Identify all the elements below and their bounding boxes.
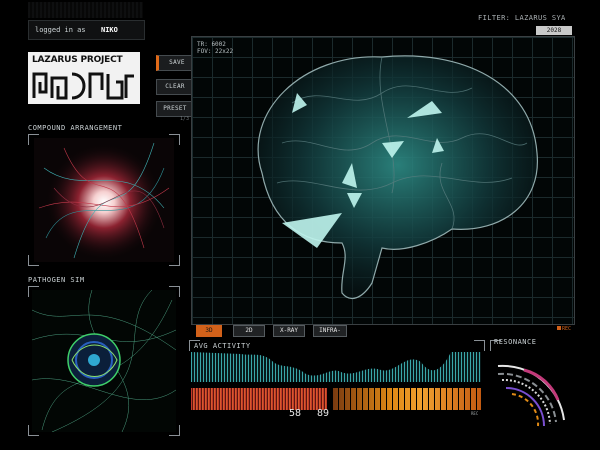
activity-top-graph — [191, 352, 481, 382]
viewer-filter-label: FILTER: LAZARUS SYA — [478, 14, 566, 22]
resonance-radial — [497, 364, 565, 427]
viewer-info-tr: TR: 6002 — [197, 41, 226, 48]
viewer-rec-label: REC — [561, 326, 571, 332]
corner-tr — [474, 340, 485, 351]
activity-value-1: 58 — [289, 408, 302, 419]
brain-render — [257, 55, 538, 300]
activity-red-graph — [191, 388, 327, 410]
viewer-year: 2028 — [536, 26, 572, 35]
logo: LAZARUS PROJECT — [28, 52, 140, 104]
login-prefix: logged in as — [35, 26, 86, 34]
pathogen-title: PATHOGEN SIM — [28, 276, 85, 284]
login-bar-texture — [28, 2, 143, 18]
brain-viewer[interactable]: TR: 6002 FOV: 22x22 — [191, 36, 575, 325]
activity-panel: AVG ACTIVITY 58 89 REC — [189, 340, 485, 426]
preset-button[interactable]: PRESET — [156, 101, 194, 117]
compound-panel — [28, 134, 180, 266]
activity-title: AVG ACTIVITY — [194, 342, 251, 350]
tab-2d[interactable]: 2D — [233, 325, 265, 337]
save-button[interactable]: SAVE — [156, 55, 196, 71]
tab-3d[interactable]: 3D — [196, 325, 222, 337]
clear-button[interactable]: CLEAR — [156, 79, 194, 95]
viewer-rec-indicator: REC — [556, 326, 571, 332]
compound-visual — [34, 138, 174, 262]
viewer-info-fov: FOV: 22x22 — [197, 48, 234, 55]
resonance-title: RESONANCE — [494, 338, 537, 346]
tab-xray[interactable]: X-RAY — [273, 325, 305, 337]
activity-top-curve — [191, 352, 481, 376]
logo-text: LAZARUS PROJECT — [32, 55, 123, 65]
compound-title: COMPOUND ARRANGEMENT — [28, 124, 123, 132]
login-user: NIKO — [101, 26, 118, 34]
login-bar: logged in as NIKO — [28, 20, 145, 40]
activity-orange-bars — [333, 388, 481, 410]
rec-dot-icon — [556, 326, 561, 330]
preset-page-label: 1/3 — [180, 116, 190, 122]
logo-mark — [32, 72, 134, 100]
viewer-tab-bar: 3D 2D X-RAY INFRA- REC — [191, 324, 573, 337]
tab-infra[interactable]: INFRA- — [313, 325, 347, 337]
activity-value-2: 89 — [317, 408, 330, 419]
activity-rec-label: REC — [471, 411, 479, 416]
resonance-panel: RESONANCE — [490, 338, 574, 432]
pathogen-visual — [32, 290, 176, 432]
pathogen-panel — [28, 286, 180, 436]
